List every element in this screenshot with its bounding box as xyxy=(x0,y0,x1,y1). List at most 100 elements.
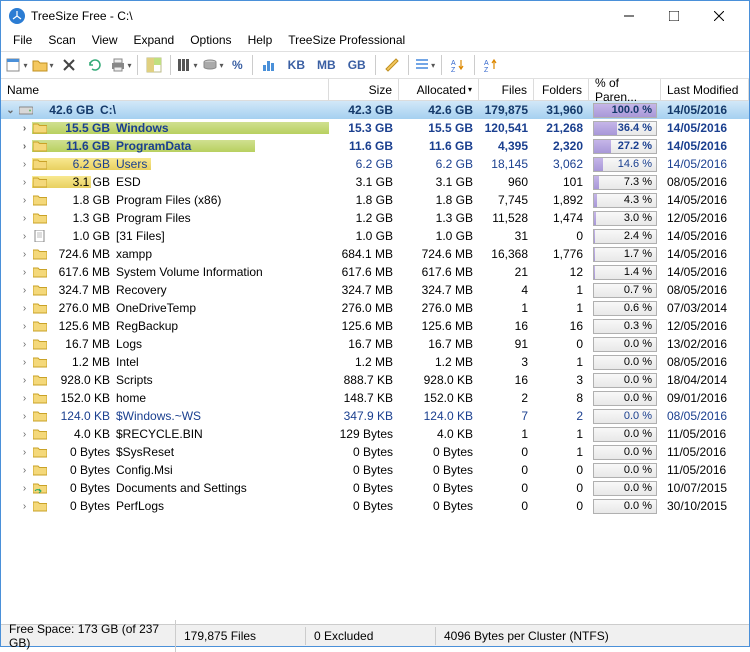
tree-row[interactable]: ›16.7 MBLogs16.7 MB16.7 MB9100.0 %13/02/… xyxy=(1,335,749,353)
expand-icon[interactable]: › xyxy=(19,321,30,332)
tree-row[interactable]: ›0 BytesPerfLogs0 Bytes0 Bytes000.0 %30/… xyxy=(1,497,749,515)
menu-pro[interactable]: TreeSize Professional xyxy=(280,31,413,51)
tree-row[interactable]: ›928.0 KBScripts888.7 KB928.0 KB1630.0 %… xyxy=(1,371,749,389)
percent-button[interactable]: % xyxy=(227,53,248,77)
col-percent[interactable]: % of Paren... xyxy=(589,79,661,100)
statusbar: Free Space: 173 GB (of 237 GB) 179,875 F… xyxy=(1,624,749,646)
collapse-icon[interactable]: ⌄ xyxy=(5,105,16,116)
svg-text:Z: Z xyxy=(484,67,489,73)
expand-icon[interactable]: › xyxy=(19,159,30,170)
col-size[interactable]: Size xyxy=(329,79,399,100)
minimize-button[interactable] xyxy=(606,2,651,30)
maximize-button[interactable] xyxy=(651,2,696,30)
folder-icon xyxy=(32,409,48,423)
tree-row[interactable]: ›1.2 MBIntel1.2 MB1.2 MB310.0 %08/05/201… xyxy=(1,353,749,371)
tree-row[interactable]: ›0 BytesDocuments and Settings0 Bytes0 B… xyxy=(1,479,749,497)
tree-row[interactable]: ›4.0 KB$RECYCLE.BIN129 Bytes4.0 KB110.0 … xyxy=(1,425,749,443)
kb-button[interactable]: KB xyxy=(283,53,310,77)
col-files[interactable]: Files xyxy=(479,79,534,100)
expand-icon[interactable]: › xyxy=(19,303,30,314)
expand-icon[interactable]: › xyxy=(19,267,30,278)
tree-row[interactable]: ›617.6 MBSystem Volume Information617.6 … xyxy=(1,263,749,281)
expand-icon[interactable]: › xyxy=(19,465,30,476)
disk-button[interactable]: ▾ xyxy=(201,53,225,77)
tree-row[interactable]: ›11.6 GBProgramData11.6 GB11.6 GB4,3952,… xyxy=(1,137,749,155)
tree-row[interactable]: ›125.6 MBRegBackup125.6 MB125.6 MB16160.… xyxy=(1,317,749,335)
chart-button[interactable] xyxy=(257,53,281,77)
sort-asc-button[interactable]: AZ xyxy=(446,53,470,77)
columns-button[interactable]: ▾ xyxy=(175,53,199,77)
menu-view[interactable]: View xyxy=(84,31,126,51)
menu-options[interactable]: Options xyxy=(182,31,239,51)
item-name: Windows xyxy=(116,121,169,135)
menu-scan[interactable]: Scan xyxy=(40,31,83,51)
tree-row[interactable]: ›6.2 GBUsers6.2 GB6.2 GB18,1453,06214.6 … xyxy=(1,155,749,173)
folder-icon xyxy=(32,121,48,135)
expand-icon[interactable]: › xyxy=(19,213,30,224)
item-name: Users xyxy=(116,157,147,171)
new-scan-button[interactable]: ▾ xyxy=(5,53,29,77)
expand-icon[interactable]: › xyxy=(19,195,30,206)
item-name: $SysReset xyxy=(116,445,174,459)
print-button[interactable]: ▾ xyxy=(109,53,133,77)
item-name: OneDriveTemp xyxy=(116,301,196,315)
tree-row[interactable]: ›0 BytesConfig.Msi0 Bytes0 Bytes000.0 %1… xyxy=(1,461,749,479)
item-name: RegBackup xyxy=(116,319,178,333)
col-name[interactable]: Name xyxy=(1,79,329,100)
treemap-button[interactable] xyxy=(142,53,166,77)
expand-icon[interactable]: › xyxy=(19,123,30,134)
tree-row[interactable]: ›276.0 MBOneDriveTemp276.0 MB276.0 MB110… xyxy=(1,299,749,317)
file-tree[interactable]: ⌄42.6 GBC:\42.3 GB42.6 GB179,87531,96010… xyxy=(1,101,749,624)
expand-icon[interactable]: › xyxy=(19,429,30,440)
folder-icon xyxy=(32,445,48,459)
item-name: $Windows.~WS xyxy=(116,409,201,423)
status-cluster: 4096 Bytes per Cluster (NTFS) xyxy=(436,627,749,645)
col-folders[interactable]: Folders xyxy=(534,79,589,100)
item-name: [31 Files] xyxy=(116,229,165,243)
tree-row[interactable]: ›1.8 GBProgram Files (x86)1.8 GB1.8 GB7,… xyxy=(1,191,749,209)
tree-row[interactable]: ›1.0 GB[31 Files]1.0 GB1.0 GB3102.4 %14/… xyxy=(1,227,749,245)
tree-row[interactable]: ›724.6 MBxampp684.1 MB724.6 MB16,3681,77… xyxy=(1,245,749,263)
gb-button[interactable]: GB xyxy=(343,53,371,77)
expand-icon[interactable]: › xyxy=(19,483,30,494)
expand-icon[interactable]: › xyxy=(19,411,30,422)
svg-text:Z: Z xyxy=(451,67,456,73)
delete-button[interactable] xyxy=(57,53,81,77)
menu-file[interactable]: File xyxy=(5,31,40,51)
expand-icon[interactable]: › xyxy=(19,285,30,296)
refresh-button[interactable] xyxy=(83,53,107,77)
expand-icon[interactable]: › xyxy=(19,501,30,512)
folder-icon xyxy=(32,319,48,333)
close-button[interactable] xyxy=(696,2,741,30)
mb-button[interactable]: MB xyxy=(312,53,341,77)
tree-row[interactable]: ›15.5 GBWindows15.3 GB15.5 GB120,54121,2… xyxy=(1,119,749,137)
expand-icon[interactable]: › xyxy=(19,393,30,404)
menu-help[interactable]: Help xyxy=(240,31,281,51)
tree-row[interactable]: ›124.0 KB$Windows.~WS347.9 KB124.0 KB720… xyxy=(1,407,749,425)
tree-row[interactable]: ›0 Bytes$SysReset0 Bytes0 Bytes010.0 %11… xyxy=(1,443,749,461)
sort-options-button[interactable]: AZ xyxy=(479,53,503,77)
item-name: xampp xyxy=(116,247,152,261)
expand-icon[interactable]: › xyxy=(19,177,30,188)
item-name: Program Files xyxy=(116,211,191,225)
tree-row[interactable]: ›152.0 KBhome148.7 KB152.0 KB280.0 %09/0… xyxy=(1,389,749,407)
col-allocated[interactable]: Allocated▾ xyxy=(399,79,479,100)
expand-icon[interactable]: › xyxy=(19,375,30,386)
folder-icon xyxy=(32,427,48,441)
ruler-button[interactable] xyxy=(380,53,404,77)
tree-row[interactable]: ›1.3 GBProgram Files1.2 GB1.3 GB11,5281,… xyxy=(1,209,749,227)
tree-row[interactable]: ›3.1 GBESD3.1 GB3.1 GB9601017.3 %08/05/2… xyxy=(1,173,749,191)
expand-icon[interactable]: › xyxy=(19,231,30,242)
expand-icon[interactable]: › xyxy=(19,141,30,152)
col-modified[interactable]: Last Modified xyxy=(661,79,749,100)
expand-icon[interactable]: › xyxy=(19,249,30,260)
tree-row-root[interactable]: ⌄42.6 GBC:\42.3 GB42.6 GB179,87531,96010… xyxy=(1,101,749,119)
expand-icon[interactable]: › xyxy=(19,339,30,350)
expand-icon[interactable]: › xyxy=(19,447,30,458)
menu-expand[interactable]: Expand xyxy=(126,31,183,51)
expand-icon[interactable]: › xyxy=(19,357,30,368)
tree-row[interactable]: ›324.7 MBRecovery324.7 MB324.7 MB410.7 %… xyxy=(1,281,749,299)
details-button[interactable]: ▾ xyxy=(413,53,437,77)
status-excluded: 0 Excluded xyxy=(306,627,436,645)
open-folder-button[interactable]: ▾ xyxy=(31,53,55,77)
